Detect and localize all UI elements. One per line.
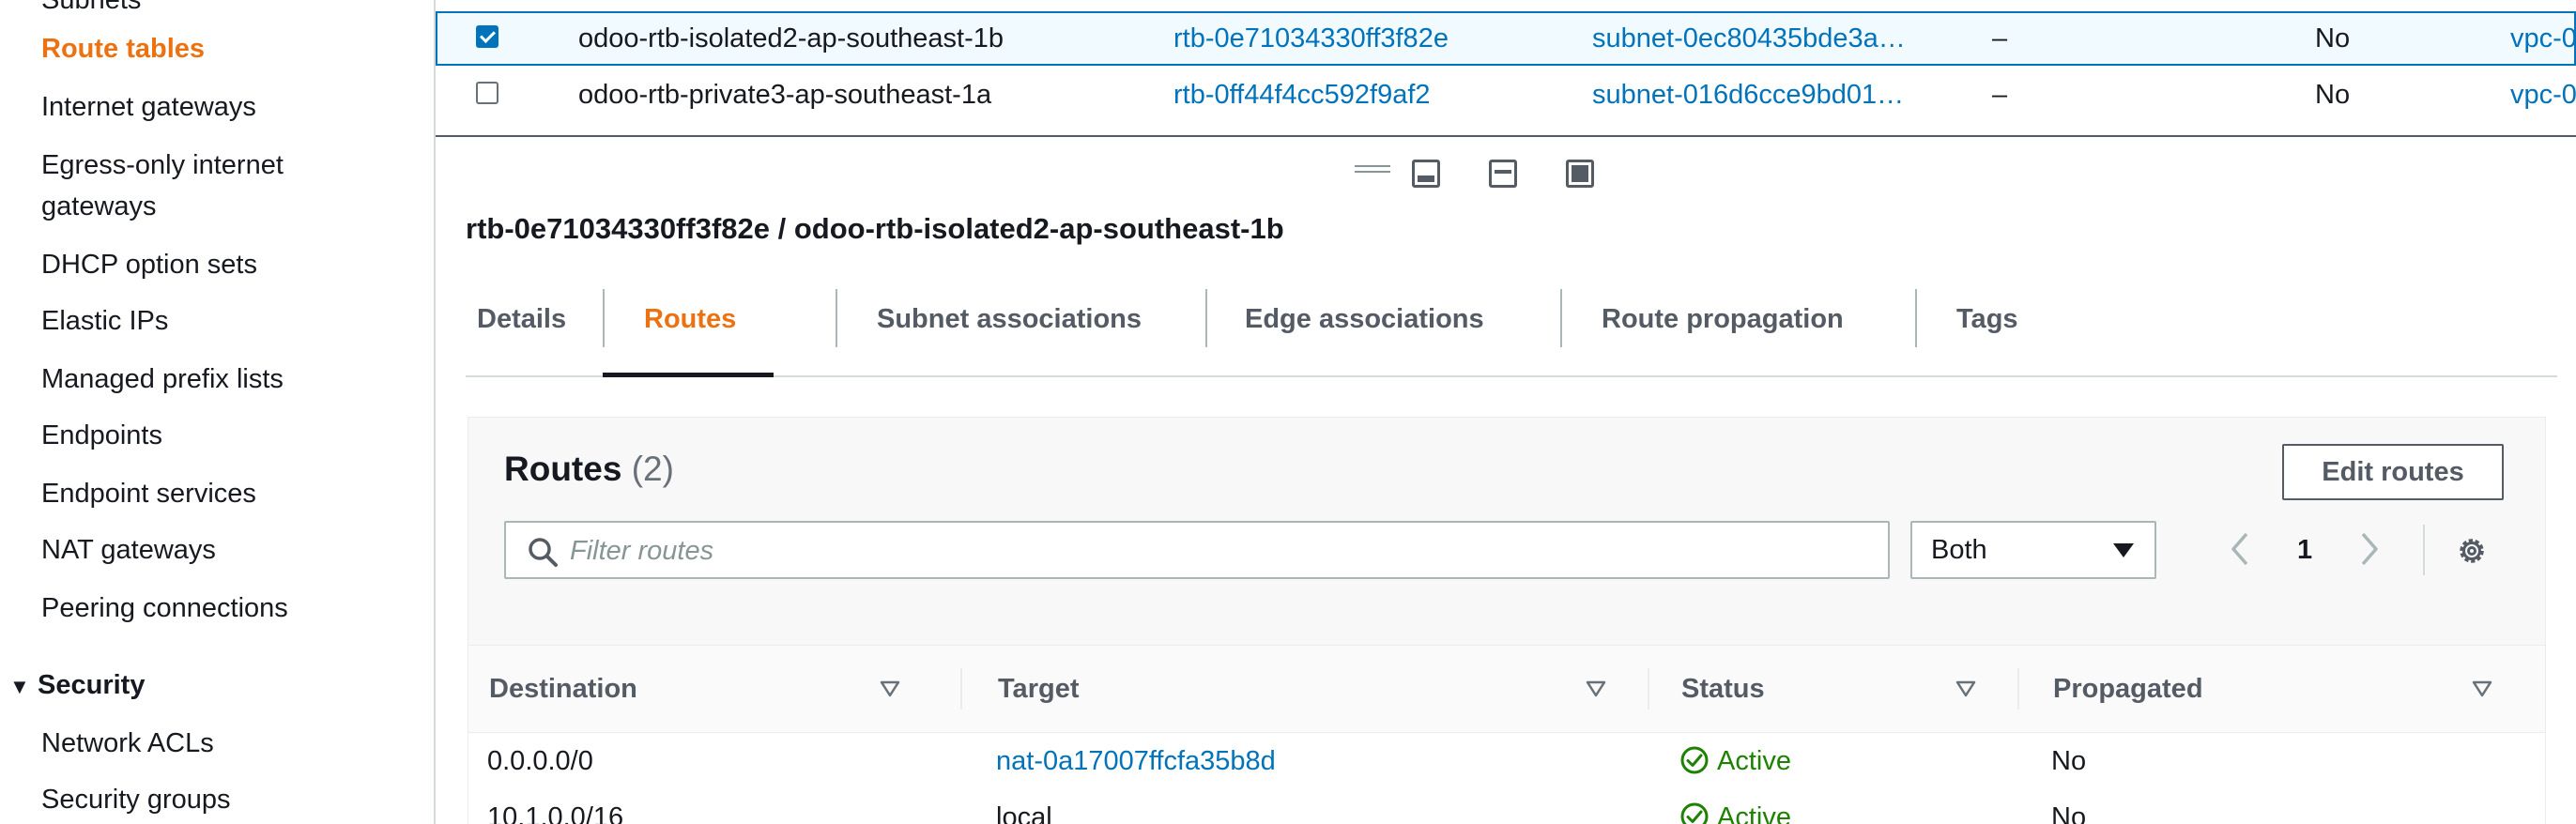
sidebar-item-nat-gateways[interactable]: NAT gateways (41, 529, 216, 571)
column-header-destination[interactable]: Destination (489, 646, 637, 732)
route-destination: 0.0.0.0/0 (487, 746, 593, 776)
search-icon (529, 538, 558, 567)
main-value: No (2315, 23, 2351, 53)
route-type-select[interactable]: Both (1910, 521, 2156, 579)
chevron-left-icon[interactable] (2226, 530, 2254, 568)
drag-handle-icon[interactable] (1355, 165, 1390, 175)
route-target-link[interactable]: nat-0a17007ffcfa35b8d (996, 733, 1276, 789)
sidebar-section-security[interactable]: ▼ Security (9, 664, 145, 708)
sidebar-nav: Subnets Route tables Internet gateways E… (0, 0, 436, 824)
sidebar-item-route-tables[interactable]: Route tables (41, 28, 205, 69)
sort-icon[interactable] (1955, 679, 1976, 698)
routes-table-header: Destination Target Status Propagated (468, 645, 2545, 734)
vpc-link[interactable]: vpc-0 (2510, 11, 2576, 66)
route-status-label: Active (1717, 802, 1791, 824)
split-side-icon[interactable] (1489, 160, 1517, 188)
chevron-right-icon[interactable] (2355, 530, 2384, 568)
route-table-row[interactable]: odoo-rtb-isolated2-ap-southeast-1b rtb-0… (436, 11, 2576, 66)
sidebar-item-elastic-ips[interactable]: Elastic IPs (41, 300, 168, 342)
tab-separator (1205, 289, 1207, 347)
row-checkbox[interactable] (476, 25, 498, 48)
tab-subnet-associations[interactable]: Subnet associations (877, 282, 1142, 375)
column-header-propagated[interactable]: Propagated (2053, 646, 2203, 732)
column-separator (960, 668, 962, 710)
route-table-name: odoo-rtb-isolated2-ap-southeast-1b (578, 23, 1004, 53)
split-panel-divider (436, 135, 2576, 137)
routes-count: (2) (631, 450, 674, 488)
sidebar-item-security-groups[interactable]: Security groups (41, 779, 231, 820)
edge-associations-value: – (1992, 23, 2008, 53)
detail-panel-title: rtb-0e71034330ff3f82e / odoo-rtb-isolate… (466, 212, 1284, 245)
route-type-select-value: Both (1931, 535, 1987, 565)
column-header-status[interactable]: Status (1681, 646, 1765, 732)
explicit-subnet-link[interactable]: subnet-0ec80435bde3a… (1592, 11, 1906, 66)
routes-panel: Routes (2) Edit routes Both 1 (468, 417, 2546, 824)
page-number[interactable]: 1 (2297, 521, 2312, 579)
route-status: Active (1679, 789, 1791, 824)
route-propagated: No (2051, 746, 2087, 776)
route-target: local (996, 802, 1052, 824)
sort-icon[interactable] (880, 679, 900, 698)
status-success-icon (1680, 802, 1709, 824)
sidebar-item-peering-connections[interactable]: Peering connections (41, 587, 288, 629)
caret-down-icon (2113, 543, 2134, 557)
route-table-name: odoo-rtb-private3-ap-southeast-1a (578, 80, 992, 110)
gear-icon[interactable] (2455, 534, 2489, 568)
tab-separator (836, 289, 837, 347)
sort-icon[interactable] (1586, 679, 1606, 698)
sidebar-item-subnets[interactable]: Subnets (41, 0, 141, 21)
main-content: odoo-rtb-isolated2-ap-southeast-1b rtb-0… (436, 0, 2576, 824)
filter-routes-input[interactable] (568, 530, 1867, 572)
sidebar-item-network-acls[interactable]: Network ACLs (41, 723, 214, 764)
route-propagated: No (2051, 802, 2087, 824)
pager-separator (2423, 525, 2425, 575)
sidebar-item-internet-gateways[interactable]: Internet gateways (41, 86, 256, 128)
sidebar-item-dhcp-option-sets[interactable]: DHCP option sets (41, 244, 257, 285)
route-tables-list: odoo-rtb-isolated2-ap-southeast-1b rtb-0… (436, 0, 2576, 137)
split-full-icon[interactable] (1566, 160, 1594, 188)
sidebar-section-label: Security (38, 670, 146, 700)
row-checkbox[interactable] (476, 82, 498, 104)
routes-panel-title: Routes (2) (504, 450, 674, 489)
caret-down-icon: ▼ (9, 675, 30, 698)
tab-tags[interactable]: Tags (1956, 282, 2018, 375)
route-table-row[interactable]: odoo-rtb-private3-ap-southeast-1a rtb-0f… (436, 68, 2576, 122)
edit-routes-button[interactable]: Edit routes (2282, 444, 2504, 500)
route-table-id-link[interactable]: rtb-0ff44f4cc592f9af2 (1173, 68, 1431, 122)
column-separator (2017, 668, 2019, 710)
table-row: 10.1.0.0/16 local Active No (468, 789, 2545, 824)
tab-routes[interactable]: Routes (602, 282, 774, 377)
routes-title-label: Routes (504, 450, 622, 488)
split-bottom-icon[interactable] (1412, 160, 1440, 188)
tab-separator (1915, 289, 1917, 347)
table-row: 0.0.0.0/0 nat-0a17007ffcfa35b8d Active N… (468, 733, 2545, 791)
route-destination: 10.1.0.0/16 (487, 802, 624, 824)
sidebar-item-managed-prefix-lists[interactable]: Managed prefix lists (41, 359, 284, 400)
filter-routes-field[interactable] (504, 521, 1890, 579)
detail-tabs: Details Routes Subnet associations Edge … (466, 282, 2557, 377)
status-success-icon (1680, 746, 1709, 774)
sidebar-item-endpoints[interactable]: Endpoints (41, 415, 162, 456)
edge-associations-value: – (1992, 80, 2008, 110)
column-separator (1648, 668, 1649, 710)
column-header-target[interactable]: Target (998, 646, 1079, 732)
route-table-id-link[interactable]: rtb-0e71034330ff3f82e (1173, 11, 1449, 66)
explicit-subnet-link[interactable]: subnet-016d6cce9bd01… (1592, 68, 1904, 122)
tab-route-propagation[interactable]: Route propagation (1602, 282, 1844, 375)
sidebar-item-egress-only-gateways[interactable]: Egress-only internet (41, 145, 284, 186)
main-value: No (2315, 80, 2351, 110)
tab-edge-associations[interactable]: Edge associations (1245, 282, 1484, 375)
tab-details[interactable]: Details (477, 282, 566, 375)
tab-separator (1560, 289, 1562, 347)
sidebar-item-egress-only-gateways-line2[interactable]: gateways (41, 186, 157, 227)
route-status: Active (1679, 733, 1791, 789)
sort-icon[interactable] (2472, 679, 2492, 698)
vpc-link[interactable]: vpc-0 (2510, 68, 2576, 122)
tab-separator (603, 289, 605, 347)
sidebar-item-endpoint-services[interactable]: Endpoint services (41, 473, 256, 514)
route-status-label: Active (1717, 746, 1791, 776)
